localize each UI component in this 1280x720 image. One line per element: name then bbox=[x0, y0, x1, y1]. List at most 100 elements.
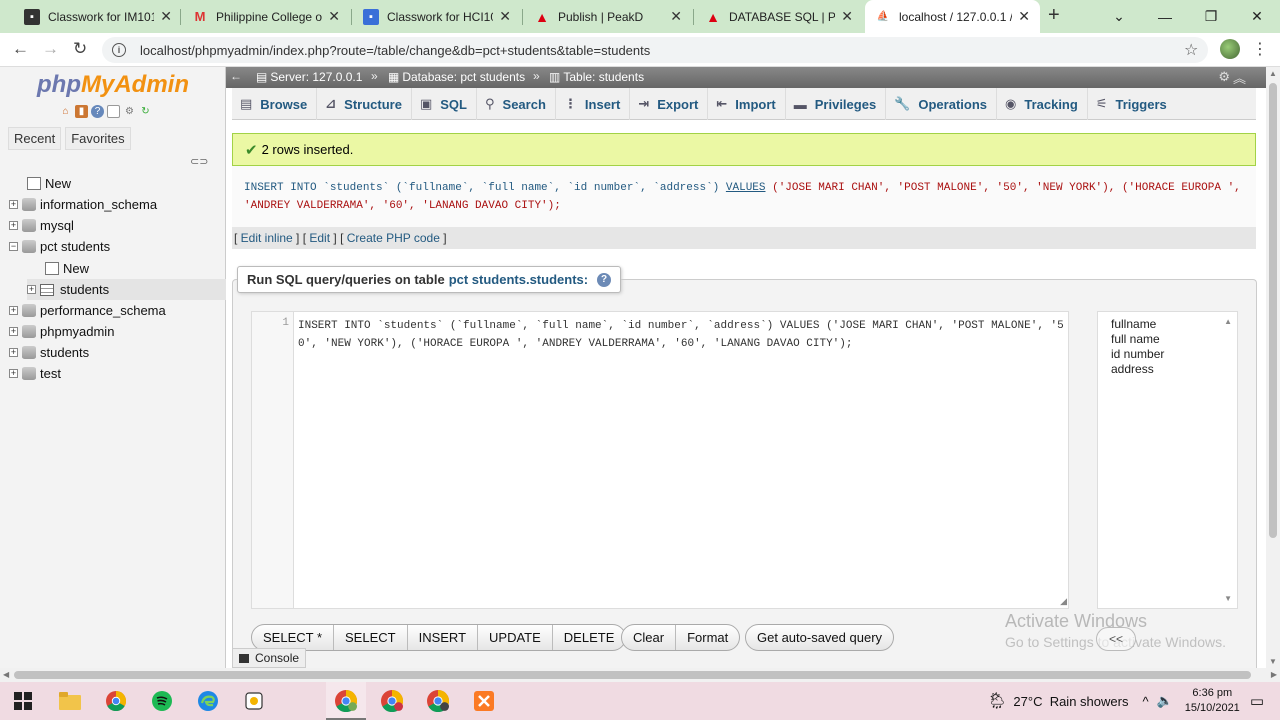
breadcrumb-server[interactable]: ▤ Server: 127.0.0.1 bbox=[256, 70, 362, 84]
tab-search-icon[interactable]: ⌄ bbox=[1096, 8, 1142, 25]
url-input[interactable]: i localhost/phpmyadmin/index.php?route=/… bbox=[102, 37, 1208, 63]
close-tab-icon[interactable]: ✕ bbox=[670, 8, 682, 25]
collapse-column-list-button[interactable]: << bbox=[1096, 627, 1136, 651]
reload-icon[interactable]: ↻ bbox=[73, 39, 87, 59]
forward-arrow-icon[interactable]: → bbox=[42, 39, 59, 59]
scroll-down-icon[interactable]: ▼ bbox=[1224, 591, 1232, 606]
clock[interactable]: 6:36 pm 15/10/2021 bbox=[1185, 686, 1240, 716]
collapse-icon[interactable]: − bbox=[9, 242, 18, 251]
tree-item-pct-students[interactable]: − pct students bbox=[9, 236, 110, 257]
tab-insert[interactable]: ⋮ Insert bbox=[556, 88, 631, 120]
edge-icon[interactable] bbox=[196, 690, 220, 712]
settings-gear-icon[interactable]: ⚙ bbox=[1218, 69, 1230, 85]
horizontal-scrollbar[interactable]: ◀ ▶ bbox=[0, 668, 1280, 682]
resize-handle-icon[interactable]: ◢ bbox=[1060, 596, 1067, 607]
format-button[interactable]: Format bbox=[676, 625, 739, 650]
favorites-tab[interactable]: Favorites bbox=[65, 127, 131, 150]
column-option[interactable]: id number bbox=[1111, 347, 1224, 362]
chrome-profile-2-icon[interactable] bbox=[380, 690, 404, 712]
vertical-scrollbar[interactable]: ▲ ▼ bbox=[1266, 67, 1280, 668]
breadcrumb-table[interactable]: ▥ Table: students bbox=[549, 70, 644, 84]
tree-item-test[interactable]: + test bbox=[9, 363, 61, 384]
xampp-icon[interactable] bbox=[472, 690, 496, 712]
help-icon[interactable]: ? bbox=[91, 105, 104, 118]
tab-structure[interactable]: ⊿ Structure bbox=[317, 88, 412, 120]
tab-database-sql-peakd[interactable]: ▲ DATABASE SQL | PeakD ✕ bbox=[695, 0, 863, 33]
tab-philippine-college[interactable]: M Philippine College of T ✕ bbox=[182, 0, 350, 33]
scroll-up-icon[interactable]: ▲ bbox=[1224, 314, 1232, 329]
app-sticker-icon[interactable] bbox=[242, 690, 266, 712]
close-tab-icon[interactable]: ✕ bbox=[1018, 8, 1030, 25]
recent-tab[interactable]: Recent bbox=[8, 127, 62, 150]
weather-icon[interactable]: 🌦 bbox=[987, 691, 1007, 711]
get-auto-saved-query-button[interactable]: Get auto-saved query bbox=[746, 625, 893, 650]
console-toggle[interactable]: Console bbox=[232, 648, 307, 668]
reload-navigation-icon[interactable]: ↻ bbox=[139, 105, 152, 118]
back-arrow-icon[interactable]: ← bbox=[12, 39, 29, 59]
scroll-down-icon[interactable]: ▼ bbox=[1269, 657, 1277, 666]
column-option[interactable]: full name bbox=[1111, 332, 1224, 347]
weather-text[interactable]: 27°C Rain showers bbox=[1013, 694, 1128, 709]
new-tab-button[interactable]: + bbox=[1048, 4, 1060, 27]
profile-avatar[interactable] bbox=[1220, 39, 1240, 59]
column-list[interactable]: fullname full name id number address ▲ ▼ bbox=[1097, 311, 1238, 609]
edit-inline-link[interactable]: Edit inline bbox=[241, 231, 293, 245]
tree-item-mysql[interactable]: + mysql bbox=[9, 215, 74, 236]
close-tab-icon[interactable]: ✕ bbox=[160, 8, 172, 25]
tab-import[interactable]: ⇤ Import bbox=[708, 88, 786, 120]
chrome-profile-1-icon[interactable] bbox=[334, 690, 358, 712]
tree-item-new[interactable]: New bbox=[27, 173, 71, 194]
chevron-up-icon[interactable]: ^ bbox=[1142, 694, 1148, 709]
minimize-icon[interactable]: — bbox=[1142, 9, 1188, 25]
insert-button[interactable]: INSERT bbox=[408, 625, 479, 650]
expand-icon[interactable]: + bbox=[9, 327, 18, 336]
bookmark-star-icon[interactable]: ☆ bbox=[1184, 40, 1198, 60]
toggle-sidebar-icon[interactable]: ← bbox=[230, 69, 242, 83]
tree-item-students-table[interactable]: + students bbox=[27, 279, 226, 300]
select-all-button[interactable]: SELECT * bbox=[252, 625, 335, 650]
close-window-icon[interactable]: ✕ bbox=[1234, 8, 1280, 25]
link-with-main-panel-icon[interactable]: ⊂⊃ bbox=[190, 155, 208, 168]
breadcrumb-database[interactable]: ▦ Database: pct students bbox=[388, 70, 525, 84]
tree-item-phpmyadmin[interactable]: + phpmyadmin bbox=[9, 321, 114, 342]
collapse-header-icon[interactable]: ︽ bbox=[1233, 68, 1246, 87]
update-button[interactable]: UPDATE bbox=[478, 625, 553, 650]
expand-icon[interactable]: + bbox=[9, 369, 18, 378]
tab-localhost-phpmyadmin[interactable]: ⛵ localhost / 127.0.0.1 / ✕ bbox=[865, 0, 1040, 33]
help-icon[interactable]: ? bbox=[597, 272, 612, 287]
scroll-up-icon[interactable]: ▲ bbox=[1269, 69, 1277, 78]
column-option[interactable]: address bbox=[1111, 362, 1224, 377]
speaker-icon[interactable]: 🔈 bbox=[1157, 693, 1173, 709]
windows-start-icon[interactable] bbox=[11, 690, 35, 712]
scroll-thumb[interactable] bbox=[14, 671, 1251, 679]
home-icon[interactable]: ⌂ bbox=[59, 105, 72, 118]
tab-publish-peakd[interactable]: ▲ Publish | PeakD ✕ bbox=[524, 0, 692, 33]
tab-operations[interactable]: 🔧 Operations bbox=[886, 88, 997, 120]
sql-editor[interactable]: 1 INSERT INTO `students` (`fullname`, `f… bbox=[251, 311, 1069, 609]
create-php-code-link[interactable]: Create PHP code bbox=[347, 231, 440, 245]
clear-button[interactable]: Clear bbox=[622, 625, 677, 650]
tab-search[interactable]: ⚲ Search bbox=[477, 88, 556, 120]
phpmyadmin-logo[interactable]: phpMyAdmin bbox=[37, 71, 189, 99]
documentation-icon[interactable] bbox=[107, 105, 120, 118]
chrome-profile-3-icon[interactable] bbox=[426, 690, 450, 712]
site-info-icon[interactable]: i bbox=[112, 43, 126, 57]
scroll-thumb[interactable] bbox=[1269, 83, 1277, 538]
tab-sql[interactable]: ▣ SQL bbox=[412, 88, 477, 120]
logout-icon[interactable]: ▮ bbox=[75, 105, 88, 118]
tree-item-new-table[interactable]: New bbox=[45, 258, 89, 279]
sql-query-text[interactable]: INSERT INTO `students` (`fullname`, `ful… bbox=[298, 317, 1064, 353]
delete-button[interactable]: DELETE bbox=[553, 625, 626, 650]
expand-icon[interactable]: + bbox=[9, 200, 18, 209]
tab-tracking[interactable]: ◉ Tracking bbox=[997, 88, 1088, 120]
expand-icon[interactable]: + bbox=[9, 306, 18, 315]
scroll-right-icon[interactable]: ▶ bbox=[1271, 670, 1277, 679]
expand-icon[interactable]: + bbox=[9, 221, 18, 230]
column-option[interactable]: fullname bbox=[1111, 317, 1224, 332]
tab-classwork-hci102[interactable]: ▪ Classwork for HCI102 I ✕ bbox=[353, 0, 521, 33]
tab-export[interactable]: ⇥ Export bbox=[630, 88, 709, 120]
settings-gear-icon[interactable]: ⚙ bbox=[123, 105, 136, 118]
close-tab-icon[interactable]: ✕ bbox=[328, 8, 340, 25]
maximize-icon[interactable]: ❐ bbox=[1188, 8, 1234, 25]
tree-item-students[interactable]: + students bbox=[9, 342, 89, 363]
